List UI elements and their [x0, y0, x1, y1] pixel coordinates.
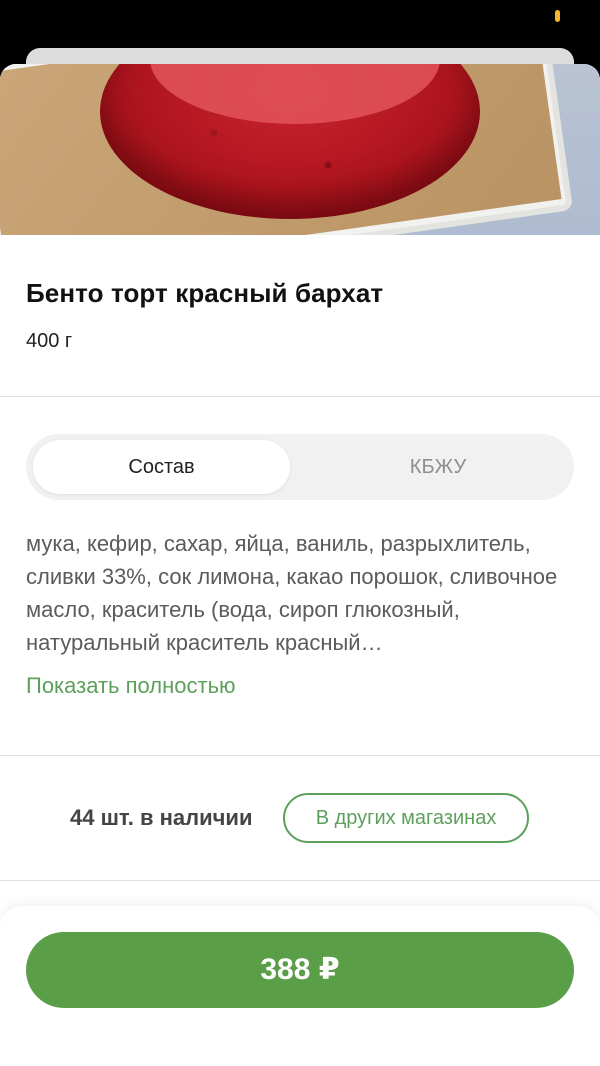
- status-bar: [0, 0, 600, 50]
- other-stores-button[interactable]: В других магазинах: [283, 793, 529, 843]
- buy-price-button[interactable]: 388 ₽: [26, 932, 574, 1008]
- divider: [0, 755, 600, 756]
- divider: [0, 880, 600, 881]
- product-photo: [0, 64, 600, 235]
- product-title: Бенто торт красный бархат: [26, 278, 384, 308]
- tab-composition[interactable]: Состав: [33, 440, 290, 494]
- privacy-indicator-icon: [555, 10, 560, 22]
- product-weight: 400 г: [26, 330, 73, 352]
- stock-count: 44 шт. в наличии: [70, 805, 253, 830]
- purchase-panel: 388 ₽: [0, 906, 600, 1066]
- product-sheet: Бенто торт красный бархат 400 г Состав К…: [0, 64, 600, 1066]
- divider: [0, 396, 600, 397]
- ingredients-text: мука, кефир, сахар, яйца, ваниль, разрых…: [26, 531, 558, 655]
- tab-nutrition[interactable]: КБЖУ: [309, 440, 567, 494]
- info-tabs: Состав КБЖУ: [26, 434, 574, 500]
- show-full-link[interactable]: Показать полностью: [26, 673, 236, 699]
